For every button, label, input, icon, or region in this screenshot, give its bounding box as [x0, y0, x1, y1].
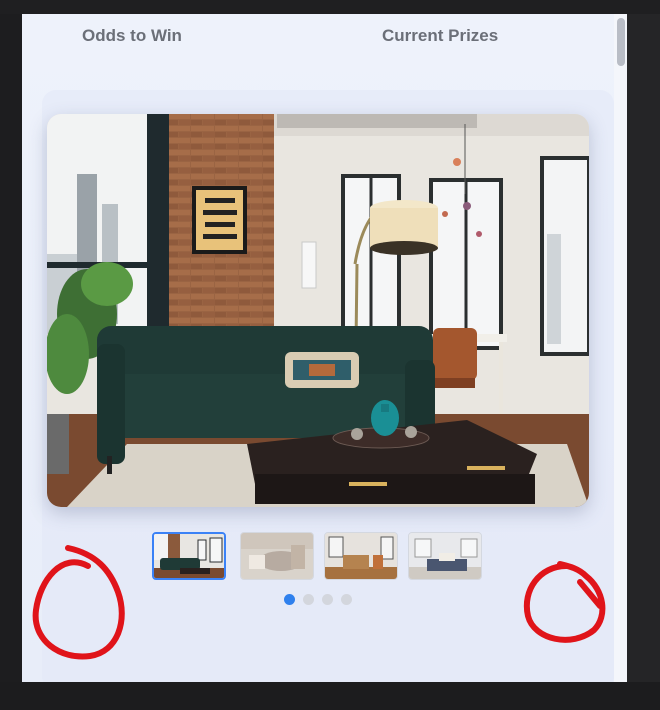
hero-photo[interactable]: [47, 114, 589, 507]
pagination-dot-2[interactable]: [303, 594, 314, 605]
thumbnail-4[interactable]: [408, 532, 482, 580]
thumbnail-1[interactable]: [152, 532, 226, 580]
pagination-dot-4[interactable]: [341, 594, 352, 605]
thumbnail-3[interactable]: [324, 532, 398, 580]
top-frame-edge: [0, 0, 660, 14]
thumbnail-2[interactable]: [240, 532, 314, 580]
pagination-dot-1[interactable]: [284, 594, 295, 605]
scrollbar-track[interactable]: [614, 14, 627, 682]
scrollbar-thumb[interactable]: [617, 18, 625, 66]
right-frame-edge: [627, 14, 660, 682]
bottom-frame-edge: [0, 682, 660, 710]
left-frame-edge: [0, 14, 22, 682]
tab-current-prizes[interactable]: Current Prizes: [382, 26, 498, 46]
pagination-dot-3[interactable]: [322, 594, 333, 605]
tab-odds-to-win[interactable]: Odds to Win: [82, 26, 182, 46]
